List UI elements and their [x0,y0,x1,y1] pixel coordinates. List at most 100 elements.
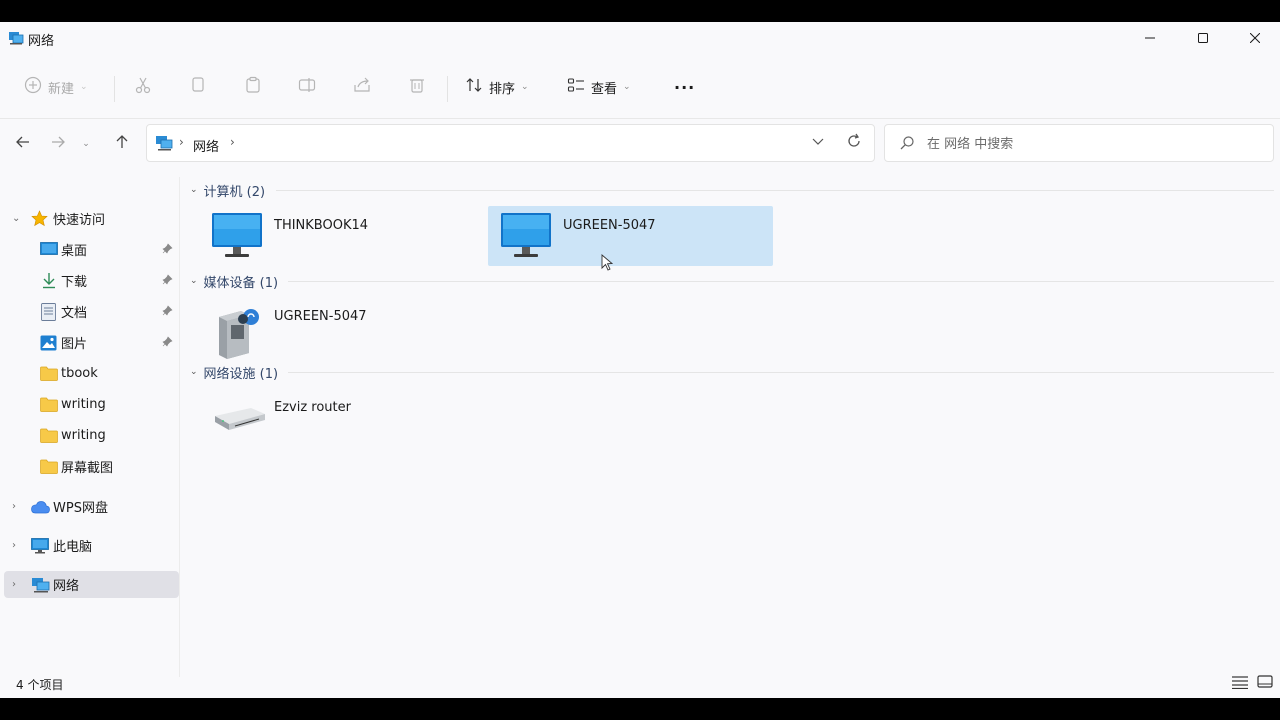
item-name: UGREEN-5047 [563,218,656,233]
sidebar-label: 此电脑 [53,540,93,555]
sort-button[interactable]: 排序 ⌄ [465,74,529,100]
delete-icon [408,76,426,98]
sidebar-item-tbook[interactable]: tbook [4,360,179,387]
share-icon [353,76,371,98]
group-header-media-devices[interactable]: ⌄ 媒体设备 (1) [190,272,278,291]
sidebar-label: 图片 [61,337,88,352]
chevron-down-icon: ⌄ [80,82,88,92]
sidebar-item-downloads[interactable]: 下载 [4,267,179,294]
router-icon [211,402,267,438]
rename-button[interactable] [298,74,316,100]
chevron-down-icon: ⌄ [82,139,90,149]
sidebar-item-documents[interactable]: 文档 [4,298,179,325]
large-icons-view-button[interactable] [1256,675,1274,693]
view-label: 查看 [591,81,618,97]
navigation-pane: ⌄ 快速访问 桌面 下载 文档 图片 tbook writing writing… [0,177,180,677]
screen-border [0,698,1280,720]
up-button[interactable] [110,132,134,156]
chevron-right-icon[interactable]: › [12,501,16,512]
pin-icon[interactable] [162,242,173,257]
search-box [884,124,1274,162]
view-button[interactable]: 查看 ⌄ [567,74,631,100]
arrow-left-icon [16,135,30,153]
sidebar-label: writing [61,397,106,412]
sidebar-label: tbook [61,366,98,381]
group-divider [288,372,1274,373]
sidebar-label: 快速访问 [53,213,106,228]
item-name: UGREEN-5047 [274,309,367,324]
group-title: 计算机 (2) [203,184,266,200]
minimize-button[interactable] [1124,22,1176,54]
computer-icon [31,537,49,554]
cloud-icon [31,500,50,514]
toolbar-divider [447,76,448,102]
chevron-down-icon: ⌄ [623,82,631,92]
address-history-dropdown[interactable] [812,135,824,150]
item-name: THINKBOOK14 [274,218,369,233]
back-button[interactable] [11,132,35,156]
chevron-down-icon: ⌄ [190,276,198,286]
group-header-computers[interactable]: ⌄ 计算机 (2) [190,181,266,200]
network-item-ugreen-5047[interactable]: UGREEN-5047 [488,206,773,266]
toolbar-divider [114,76,115,102]
folder-icon [40,366,58,381]
address-bar[interactable]: › 网络 › [146,124,875,162]
status-item-count: 4 个项目 [16,678,64,692]
forward-button[interactable] [46,132,70,156]
share-button[interactable] [353,74,371,100]
cut-button[interactable] [134,74,152,100]
sidebar-label: 网络 [53,579,80,594]
sidebar-item-pictures[interactable]: 图片 [4,329,179,356]
new-icon [24,76,42,98]
star-icon [31,210,48,227]
refresh-icon[interactable] [846,133,862,153]
sidebar-item-network[interactable]: › 网络 [4,571,179,598]
download-icon [41,272,57,289]
sidebar-item-writing-2[interactable]: writing [4,422,179,449]
details-view-button[interactable] [1231,676,1249,692]
document-icon [41,302,56,321]
mouse-cursor-icon [601,254,614,276]
maximize-button[interactable] [1177,22,1229,54]
arrow-up-icon [115,135,129,153]
recent-locations-button[interactable]: ⌄ [77,132,95,156]
sidebar-label: 屏幕截图 [61,461,114,476]
network-item-thinkbook14[interactable]: THINKBOOK14 [199,206,484,266]
monitor-icon [500,212,552,264]
copy-button[interactable] [189,74,207,100]
breadcrumb-separator-icon[interactable]: › [230,135,235,149]
sidebar-item-wps-cloud[interactable]: › WPS网盘 [4,493,179,520]
tiles-view-icon [1257,675,1273,693]
more-icon: ··· [674,77,696,97]
sidebar-item-writing[interactable]: writing [4,391,179,418]
sidebar-item-desktop[interactable]: 桌面 [4,236,179,263]
pin-icon[interactable] [162,273,173,288]
paste-button[interactable] [244,74,262,100]
breadcrumb-network[interactable]: 网络 [193,136,219,155]
sidebar-label: writing [61,428,106,443]
network-item-media-ugreen-5047[interactable]: UGREEN-5047 [199,297,484,359]
network-item-ezviz-router[interactable]: Ezviz router [199,388,484,448]
new-button[interactable]: 新建 ⌄ [24,74,88,100]
sidebar-item-quick-access[interactable]: ⌄ 快速访问 [4,205,179,232]
chevron-down-icon: ⌄ [521,82,529,92]
pin-icon[interactable] [162,335,173,350]
sidebar-item-this-pc[interactable]: › 此电脑 [4,532,179,559]
more-options-button[interactable]: ··· [674,74,695,100]
item-name: Ezviz router [274,400,351,415]
sidebar-label: 下载 [61,275,88,290]
chevron-right-icon[interactable]: › [12,579,16,590]
sidebar-item-screenshots[interactable]: 屏幕截图 [4,453,179,480]
toolbar-divider-line [0,118,1280,119]
chevron-right-icon[interactable]: › [12,540,16,551]
group-header-network-infrastructure[interactable]: ⌄ 网络设施 (1) [190,363,278,382]
chevron-down-icon: ⌄ [190,185,198,195]
view-icon [567,76,585,98]
close-button[interactable] [1229,22,1280,54]
search-input[interactable] [927,134,1247,154]
chevron-down-icon[interactable]: ⌄ [12,213,20,224]
pin-icon[interactable] [162,304,173,319]
new-label: 新建 [48,81,75,97]
delete-button[interactable] [408,74,426,100]
pictures-icon [40,335,57,351]
